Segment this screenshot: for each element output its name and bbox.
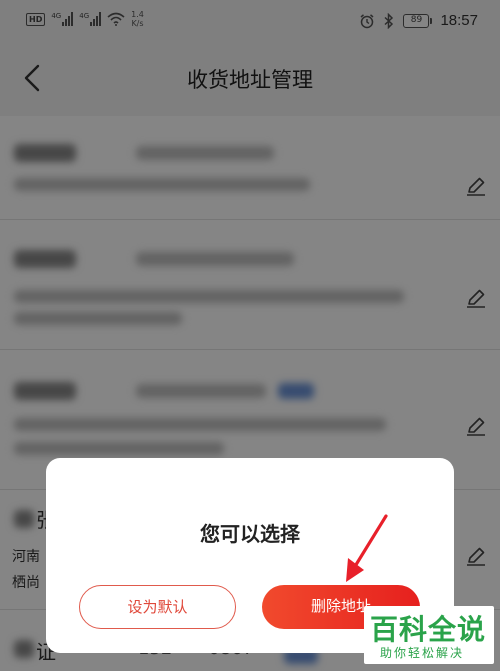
- watermark-subtitle: 助你轻松解决: [380, 646, 465, 660]
- dialog-title: 您可以选择: [200, 522, 300, 546]
- set-default-button[interactable]: 设为默认: [79, 585, 236, 629]
- annotation-arrow-icon: [346, 514, 388, 582]
- watermark-title: 百科全说: [370, 613, 487, 646]
- watermark-logo: 百科全说 助你轻松解决: [364, 606, 494, 664]
